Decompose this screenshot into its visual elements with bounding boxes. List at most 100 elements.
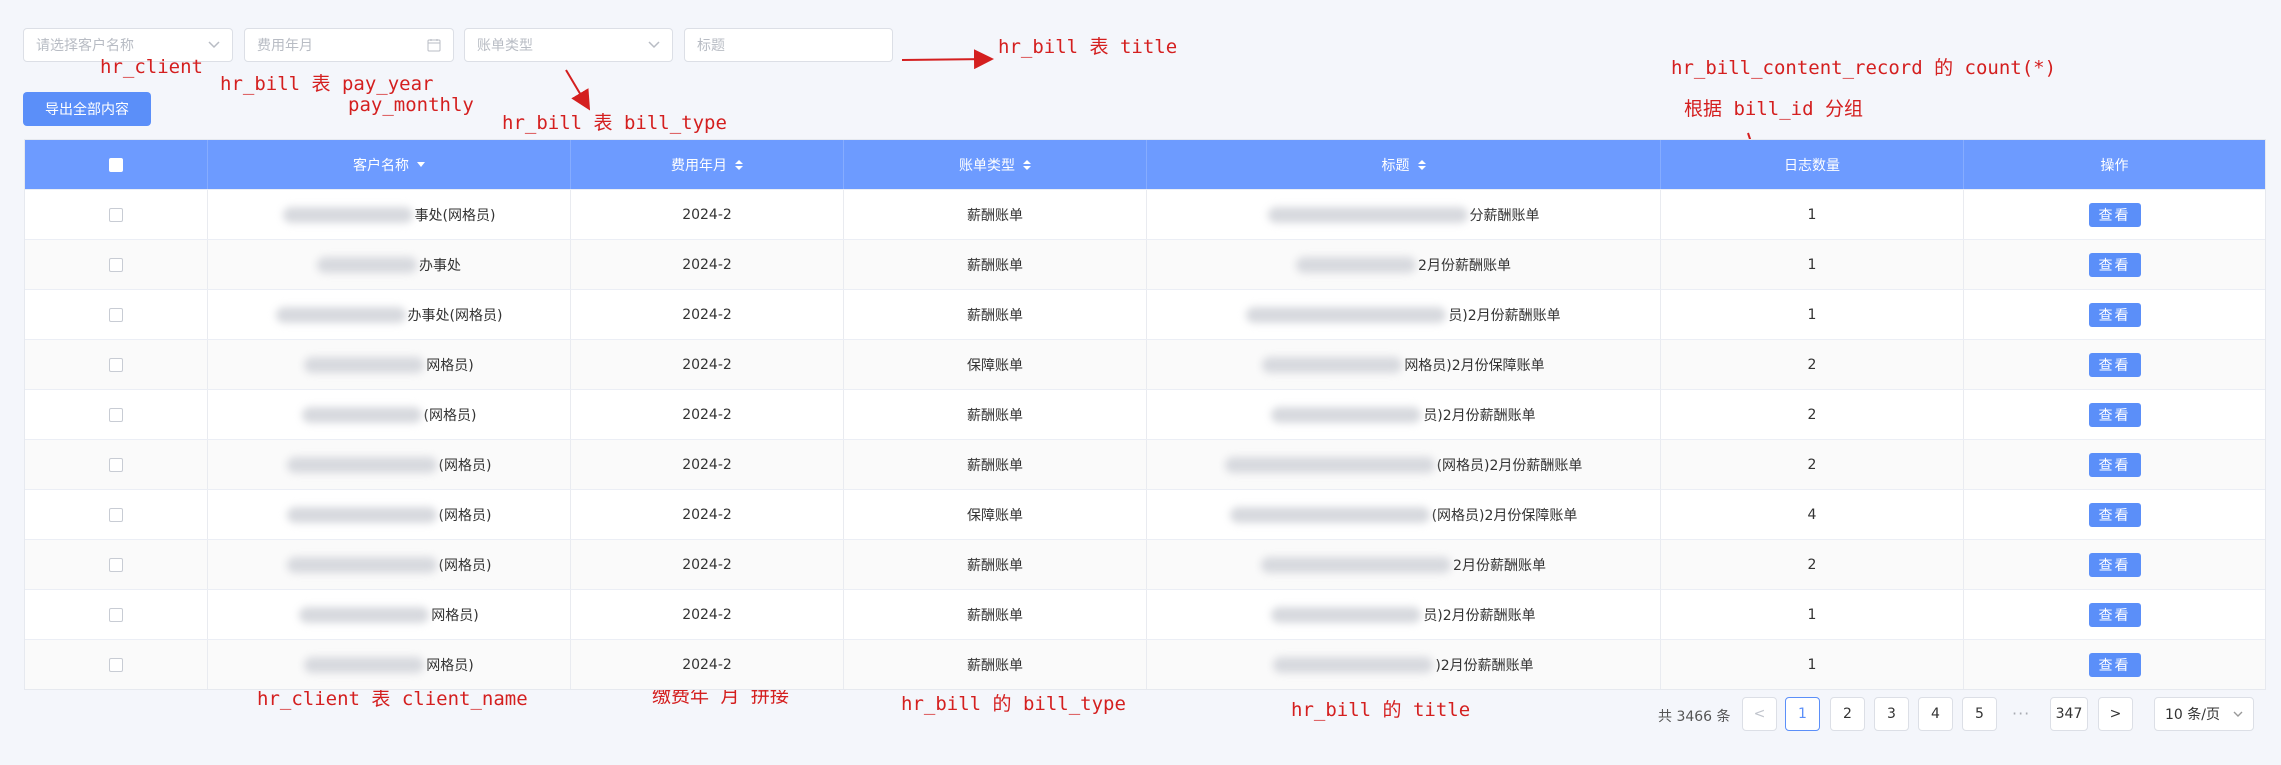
page-button-4[interactable]: 4: [1918, 697, 1953, 731]
page-size-select[interactable]: 10 条/页: [2154, 697, 2254, 731]
count-cell: 1: [1661, 640, 1964, 689]
redacted-mask: [299, 606, 430, 623]
count-cell: 1: [1661, 240, 1964, 289]
count-cell: 2: [1661, 340, 1964, 389]
redacted-mask: [1261, 556, 1452, 573]
header-title-label: 标题: [1381, 157, 1410, 174]
bill-title: (网格员)2月份保障账单: [1431, 507, 1578, 524]
table-header: 客户名称 费用年月 账单类型 标题 日志数量 操作: [25, 140, 2265, 189]
client-cell: (网格员): [208, 540, 571, 589]
period-cell: 2024-2: [571, 490, 844, 539]
period-cell: 2024-2: [571, 640, 844, 689]
page-button-5[interactable]: 5: [1962, 697, 1997, 731]
page-button-1[interactable]: 1: [1785, 697, 1820, 731]
row-select[interactable]: [25, 290, 208, 339]
row-checkbox[interactable]: [109, 457, 123, 472]
type-cell: 薪酬账单: [844, 440, 1147, 489]
bill-title: 2月份薪酬账单: [1453, 557, 1546, 574]
title-cell: 员)2月份薪酬账单: [1147, 290, 1661, 339]
title-cell: 员)2月份薪酬账单: [1147, 590, 1661, 639]
action-cell: 查看: [1964, 540, 2265, 589]
row-checkbox[interactable]: [109, 507, 123, 522]
row-select[interactable]: [25, 540, 208, 589]
type-cell: 薪酬账单: [844, 290, 1147, 339]
client-cell: 网格员): [208, 340, 571, 389]
row-select[interactable]: [25, 490, 208, 539]
row-checkbox[interactable]: [109, 357, 123, 372]
log-count: 2: [1807, 556, 1817, 573]
view-button[interactable]: 查看: [2088, 452, 2141, 477]
bill-type-value: 薪酬账单: [967, 607, 1023, 624]
count-cell: 2: [1661, 440, 1964, 489]
title-cell: 员)2月份薪酬账单: [1147, 390, 1661, 439]
sort-icon[interactable]: [1023, 159, 1031, 170]
client-name: (网格员): [438, 507, 492, 524]
client-name: (网格员): [438, 457, 492, 474]
row-checkbox[interactable]: [109, 407, 123, 422]
count-cell: 4: [1661, 490, 1964, 539]
view-button[interactable]: 查看: [2088, 602, 2141, 627]
redacted-mask: [1267, 206, 1468, 223]
type-cell: 薪酬账单: [844, 240, 1147, 289]
row-select[interactable]: [25, 640, 208, 689]
action-cell: 查看: [1964, 440, 2265, 489]
page-button-3[interactable]: 3: [1874, 697, 1909, 731]
bill-title: 员)2月份薪酬账单: [1448, 307, 1561, 324]
view-button[interactable]: 查看: [2088, 302, 2141, 327]
sort-icon[interactable]: [1417, 159, 1426, 170]
page-button-last[interactable]: 347: [2050, 697, 2088, 731]
view-button[interactable]: 查看: [2088, 352, 2141, 377]
redacted-mask: [304, 656, 425, 673]
row-select[interactable]: [25, 190, 208, 239]
log-count: 2: [1807, 456, 1817, 473]
row-select[interactable]: [25, 390, 208, 439]
redacted-mask: [286, 456, 437, 473]
header-client[interactable]: 客户名称: [208, 140, 571, 189]
view-button[interactable]: 查看: [2088, 202, 2141, 227]
header-title[interactable]: 标题: [1147, 140, 1661, 189]
page-ellipsis[interactable]: ···: [2012, 704, 2030, 723]
header-select-all[interactable]: [25, 140, 208, 189]
type-cell: 薪酬账单: [844, 390, 1147, 439]
header-period[interactable]: 费用年月: [571, 140, 844, 189]
row-select[interactable]: [25, 340, 208, 389]
count-cell: 2: [1661, 390, 1964, 439]
redacted-mask: [1273, 656, 1434, 673]
header-actions-label: 操作: [2100, 157, 2129, 174]
row-select[interactable]: [25, 240, 208, 289]
next-page-button[interactable]: >: [2098, 697, 2133, 731]
redacted-mask: [1296, 256, 1417, 273]
row-checkbox[interactable]: [109, 257, 123, 272]
sort-icon[interactable]: [735, 159, 743, 170]
client-cell: 事处(网格员): [208, 190, 571, 239]
row-checkbox[interactable]: [109, 307, 123, 322]
row-checkbox[interactable]: [109, 557, 123, 572]
bill-type-value: 保障账单: [967, 357, 1023, 374]
sort-down-icon[interactable]: [417, 162, 425, 167]
row-checkbox[interactable]: [109, 207, 123, 222]
view-button[interactable]: 查看: [2088, 552, 2141, 577]
page-size-label: 10 条/页: [2165, 707, 2220, 723]
client-cell: 办事处(网格员): [208, 290, 571, 339]
header-type[interactable]: 账单类型: [844, 140, 1147, 189]
row-checkbox[interactable]: [109, 607, 123, 622]
table-row: 网格员) 2024-2 保障账单 网格员)2月份保障账单 2 查看: [25, 339, 2265, 389]
view-button[interactable]: 查看: [2088, 652, 2141, 677]
prev-page-button[interactable]: <: [1742, 697, 1777, 731]
view-button[interactable]: 查看: [2088, 502, 2141, 527]
row-checkbox[interactable]: [109, 657, 123, 672]
select-all-checkbox[interactable]: [109, 157, 123, 172]
arrow-to-title: [901, 49, 994, 70]
header-count: 日志数量: [1661, 140, 1964, 189]
row-select[interactable]: [25, 590, 208, 639]
table-row: 网格员) 2024-2 薪酬账单 员)2月份薪酬账单 1 查看: [25, 589, 2265, 639]
view-button[interactable]: 查看: [2088, 252, 2141, 277]
page-button-2[interactable]: 2: [1830, 697, 1865, 731]
redacted-mask: [304, 356, 425, 373]
table-row: 办事处 2024-2 薪酬账单 2月份薪酬账单 1 查看: [25, 239, 2265, 289]
row-select[interactable]: [25, 440, 208, 489]
action-cell: 查看: [1964, 490, 2265, 539]
header-type-label: 账单类型: [959, 157, 1015, 174]
title-cell: (网格员)2月份保障账单: [1147, 490, 1661, 539]
view-button[interactable]: 查看: [2088, 402, 2141, 427]
